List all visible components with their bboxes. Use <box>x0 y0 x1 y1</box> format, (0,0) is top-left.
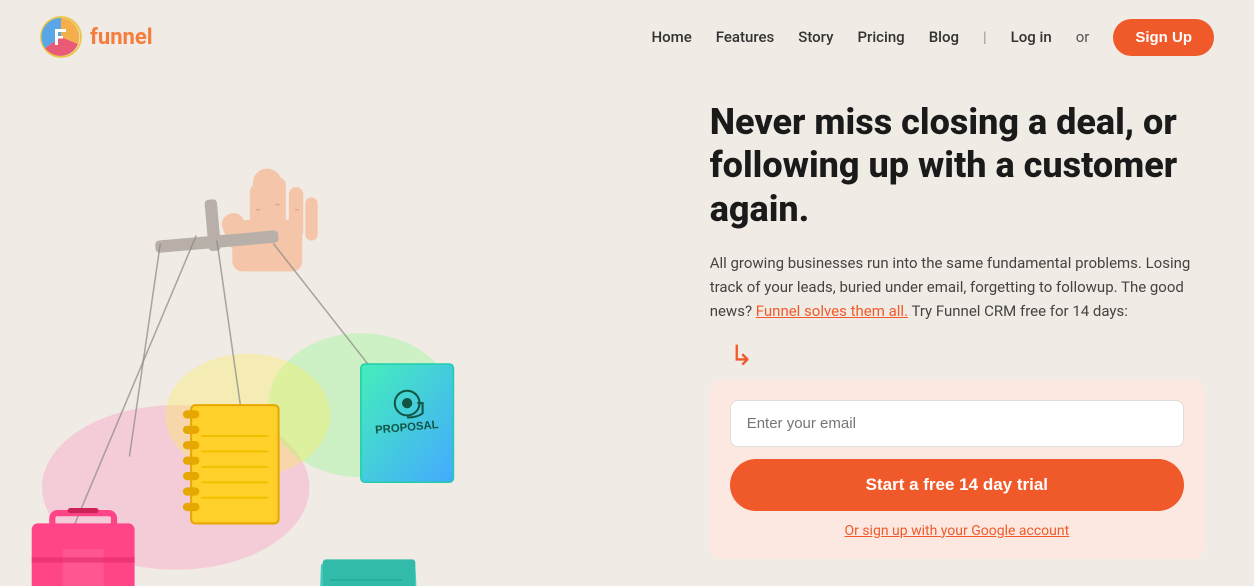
nav-links: Home Features Story Pricing Blog | Log i… <box>652 19 1214 56</box>
nav-blog[interactable]: Blog <box>929 28 959 46</box>
funnel-link[interactable]: Funnel solves them all. <box>756 302 908 320</box>
nav-home[interactable]: Home <box>652 28 692 46</box>
description-text-2: Try Funnel CRM free for 14 days: <box>911 302 1127 320</box>
illustration-area: PROPOSAL <box>0 74 690 586</box>
hero-description: All growing businesses run into the same… <box>710 251 1204 323</box>
nav-or: or <box>1076 28 1090 46</box>
logo-text: funnel <box>90 25 153 50</box>
trial-button[interactable]: Start a free 14 day trial <box>730 459 1184 511</box>
nav-story[interactable]: Story <box>798 28 833 46</box>
hero-illustration: PROPOSAL <box>0 74 690 586</box>
hero-headline: Never miss closing a deal, or following … <box>710 101 1204 231</box>
nav-features[interactable]: Features <box>716 28 774 46</box>
logo-area[interactable]: funnel <box>40 16 153 58</box>
right-content: Never miss closing a deal, or following … <box>690 74 1254 586</box>
funnel-logo-icon <box>40 16 82 58</box>
login-link[interactable]: Log in <box>1011 28 1052 46</box>
email-input[interactable] <box>730 400 1184 447</box>
arrow-indicator: ↳ <box>730 339 1204 372</box>
signup-button[interactable]: Sign Up <box>1113 19 1214 56</box>
google-signup-link[interactable]: Or sign up with your Google account <box>730 523 1184 539</box>
nav-pricing[interactable]: Pricing <box>857 28 904 46</box>
nav-divider: | <box>983 28 987 46</box>
main-content: PROPOSAL Never miss closing a deal, or f… <box>0 74 1254 586</box>
cta-box: Start a free 14 day trial Or sign up wit… <box>710 380 1204 559</box>
navbar: funnel Home Features Story Pricing Blog … <box>0 0 1254 74</box>
